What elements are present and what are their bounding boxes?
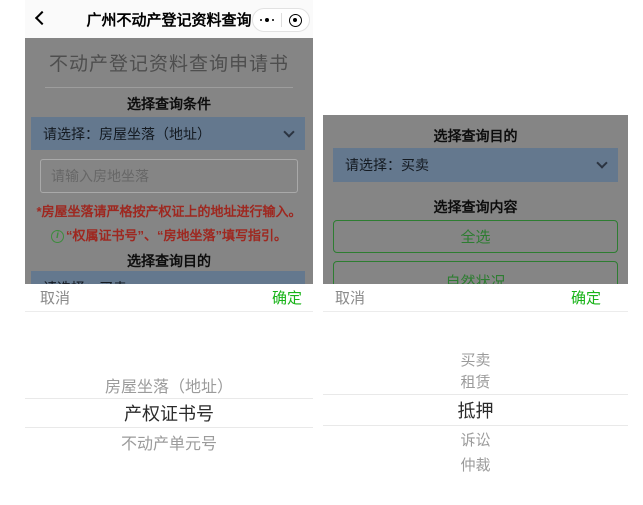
picker-option[interactable]: 房屋坐落（地址） [25,371,313,399]
more-icon [260,19,262,21]
wechat-capsule [252,8,310,32]
cancel-button[interactable]: 取消 [40,287,70,308]
picker-option[interactable]: 不动产单元号 [25,428,313,456]
condition-select-value: 请选择：房屋坐落（地址） [43,124,211,144]
nav-bar: 广州不动产登记资料查询 [25,0,313,38]
section-heading-content: 选择查询内容 [323,192,628,217]
picker-option[interactable]: 租赁 [323,367,628,395]
purpose-select[interactable]: 请选择：买卖 [333,148,618,182]
purpose-select-value: 请选择：买卖 [345,155,429,175]
form-title: 不动产登记资料查询申请书 [25,38,313,78]
picker-header: 取消 确定 [25,284,313,312]
confirm-button[interactable]: 确定 [272,287,302,308]
more-menu-button[interactable] [253,9,281,31]
purpose-select[interactable]: 请选择：买卖 [31,271,305,284]
chevron-down-icon [596,157,607,168]
address-input[interactable]: 请输入房地坐落 [40,159,298,193]
condition-picker: 取消 确定 房屋坐落（地址） 产权证书号 不动产单元号 [25,284,313,505]
confirm-button[interactable]: 确定 [571,287,601,308]
select-all-button[interactable]: 全选 [333,220,618,253]
picker-option[interactable]: 仲裁 [323,450,628,478]
picker-option-selected[interactable]: 产权证书号 [25,398,313,428]
picker-option-selected[interactable]: 抵押 [323,394,628,426]
section-heading-purpose: 选择查询目的 [25,251,313,271]
section-heading-purpose: 选择查询目的 [323,121,628,146]
fill-guide-link[interactable]: i “权属证书号”、“房地坐落”填写指引。 [25,227,313,245]
cancel-button[interactable]: 取消 [335,287,365,308]
dimmed-form-area: 选择查询目的 请选择：买卖 选择查询内容 全选 自然状况 [323,115,628,284]
left-screen: 广州不动产登记资料查询 不动产登记资料查询申请书 选择查询条件 请选择：房屋坐落… [25,0,313,505]
condition-select[interactable]: 请选择：房屋坐落（地址） [31,117,305,150]
target-icon [289,14,302,27]
section-heading-condition: 选择查询条件 [25,94,313,114]
picker-header: 取消 确定 [323,284,628,312]
address-input-placeholder: 请输入房地坐落 [51,166,149,186]
address-warning-note: *房屋坐落请严格按产权证上的地址进行输入。 [25,203,313,221]
fill-guide-text: “权属证书号”、“房地坐落”填写指引。 [66,227,287,245]
title-underline [45,87,293,88]
info-icon: i [51,230,64,243]
dimmed-form-area: 不动产登记资料查询申请书 选择查询条件 请选择：房屋坐落（地址） 请输入房地坐落… [25,38,313,284]
natural-status-button[interactable]: 自然状况 [333,261,618,284]
purpose-picker: 取消 确定 买卖 租赁 抵押 诉讼 仲裁 [323,284,628,505]
minimize-button[interactable] [282,9,310,31]
chevron-down-icon [283,126,294,137]
purpose-select-clipped: 请选择：买卖 [31,271,305,284]
picker-option[interactable]: 诉讼 [323,425,628,453]
right-screen: 选择查询目的 请选择：买卖 选择查询内容 全选 自然状况 取消 确定 买卖 租赁… [323,115,628,505]
